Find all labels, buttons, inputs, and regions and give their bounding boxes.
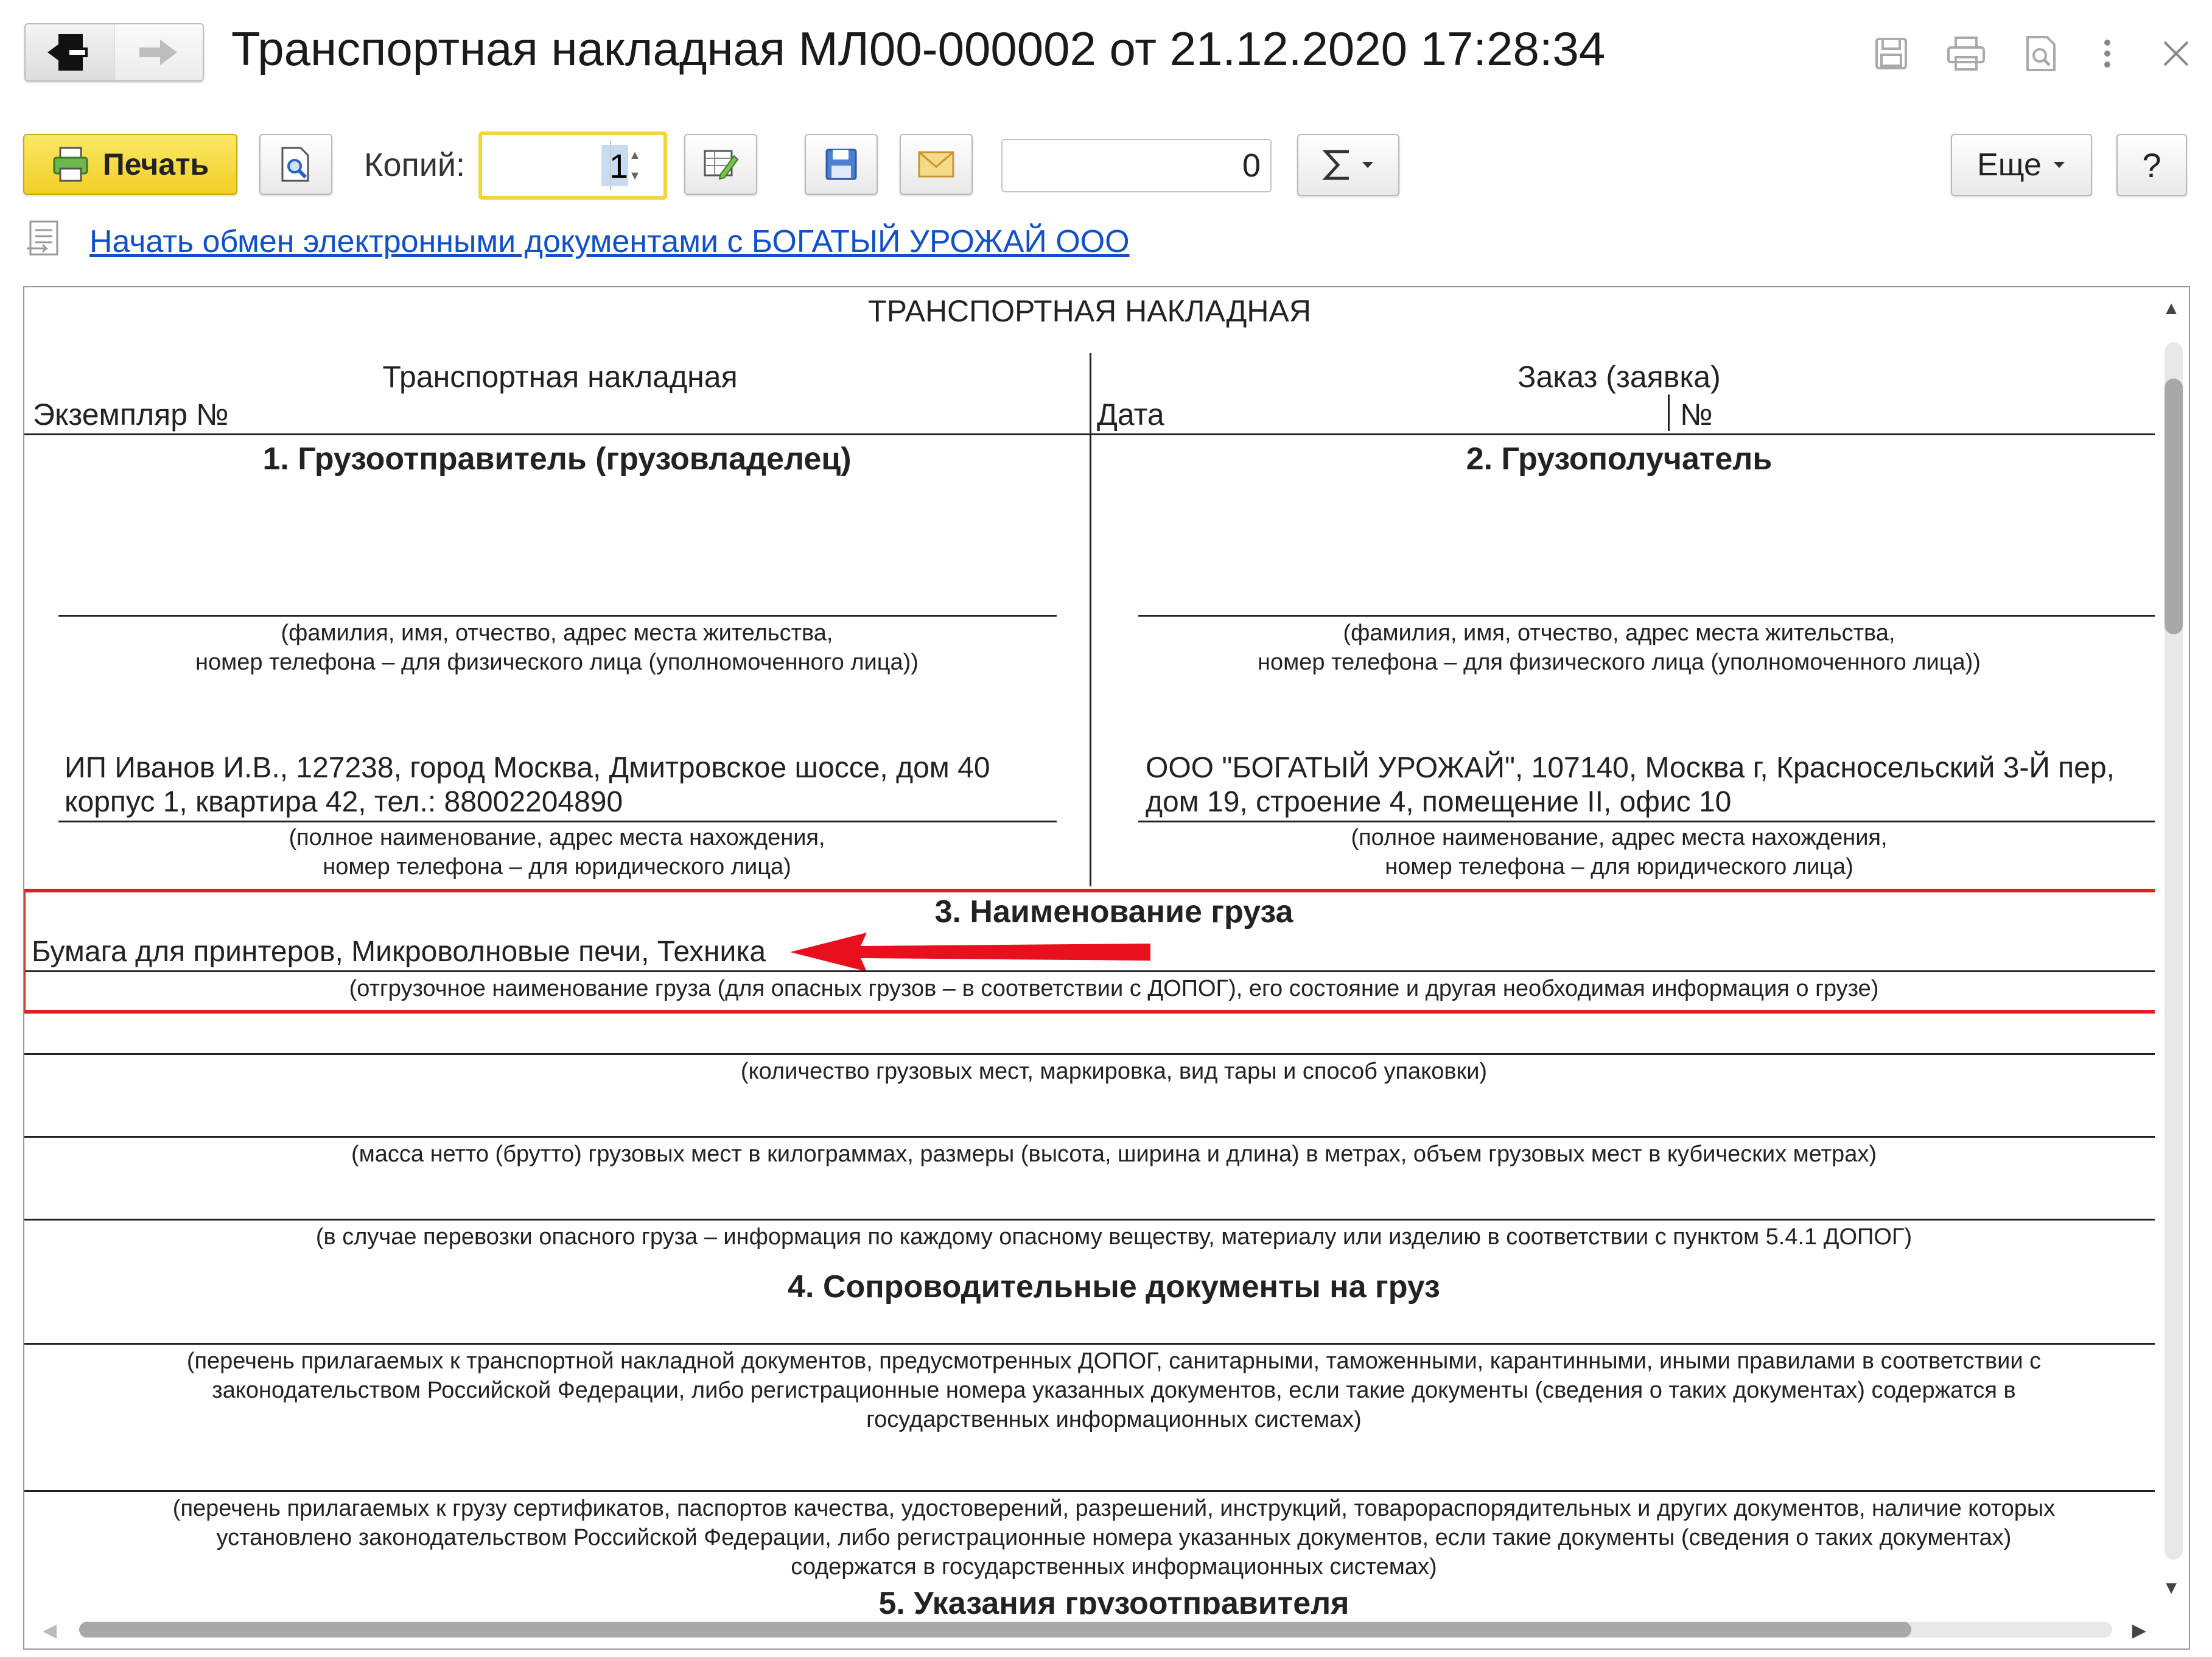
edo-document-icon bbox=[24, 219, 63, 262]
divider bbox=[24, 1219, 2155, 1221]
nav-buttons bbox=[24, 23, 204, 82]
places-hint: (количество грузовых мест, маркировка, в… bbox=[740, 1059, 1488, 1084]
chevron-down-icon bbox=[2053, 162, 2065, 168]
divider bbox=[1138, 821, 2155, 822]
column-divider bbox=[1090, 353, 1091, 886]
print-button-label: Печать bbox=[102, 147, 209, 181]
order-number-label: № bbox=[1680, 398, 1713, 432]
receiver-fio-hint-2: номер телефона – для физического лица (у… bbox=[1258, 650, 1981, 675]
copy-number-label: Экземпляр № bbox=[33, 398, 229, 432]
order-subheading: Заказ (заявка) bbox=[1517, 360, 1721, 394]
divider bbox=[1138, 615, 2155, 617]
danger-hint: (в случае перевозки опасного груза – инф… bbox=[315, 1224, 1913, 1250]
forward-button[interactable] bbox=[114, 24, 203, 80]
horizontal-scroll-thumb[interactable] bbox=[79, 1622, 1911, 1638]
divider bbox=[24, 1053, 2155, 1055]
divider bbox=[58, 821, 1057, 822]
divider bbox=[24, 1343, 2155, 1345]
section-4-title: 4. Сопроводительные документы на груз bbox=[788, 1269, 1440, 1305]
printer-icon bbox=[1947, 37, 1985, 71]
save-button[interactable] bbox=[805, 134, 878, 195]
back-button[interactable] bbox=[26, 24, 114, 80]
copies-input[interactable] bbox=[488, 141, 628, 190]
edit-table-icon bbox=[704, 150, 739, 180]
waybill-document: ТРАНСПОРТНАЯ НАКЛАДНАЯ Транспортная накл… bbox=[24, 287, 2166, 1627]
divider bbox=[58, 615, 1057, 617]
preview-icon bbox=[281, 147, 309, 182]
envelope-icon bbox=[918, 151, 954, 178]
sender-address-line-2: корпус 1, квартира 42, тел.: 88002204890 bbox=[65, 786, 623, 818]
sum-button[interactable] bbox=[1297, 134, 1399, 196]
sender-fio-hint-2: номер телефона – для физического лица (у… bbox=[195, 650, 919, 675]
divider bbox=[24, 1136, 2155, 1138]
copies-label: Копий: bbox=[364, 147, 466, 183]
divider bbox=[24, 1490, 2155, 1492]
receiver-address-line-2: дом 19, строение 4, помещение II, офис 1… bbox=[1146, 786, 1732, 818]
number-field[interactable]: 0 bbox=[1001, 139, 1272, 192]
sender-org-hint-2: номер телефона – для юридического лица) bbox=[323, 854, 791, 880]
mass-hint: (масса нетто (брутто) грузовых мест в ки… bbox=[351, 1141, 1877, 1167]
scroll-down-icon[interactable]: ▼ bbox=[2162, 1578, 2180, 1599]
window-title: Транспортная накладная МЛ00-000002 от 21… bbox=[231, 22, 1606, 75]
document-viewer[interactable]: ТРАНСПОРТНАЯ НАКЛАДНАЯ Транспортная накл… bbox=[23, 286, 2190, 1650]
chevron-down-icon[interactable]: ▼ bbox=[629, 166, 641, 186]
doc-heading: ТРАНСПОРТНАЯ НАКЛАДНАЯ bbox=[868, 294, 1311, 328]
sender-fio-hint-1: (фамилия, имя, отчество, адрес места жит… bbox=[281, 620, 833, 646]
printer-icon bbox=[53, 147, 88, 182]
edo-exchange-link[interactable]: Начать обмен электронными документами с … bbox=[89, 220, 1130, 263]
more-menu-icon[interactable] bbox=[2092, 29, 2123, 78]
horizontal-scrollbar[interactable]: ◀ ▶ bbox=[24, 1614, 2189, 1648]
receiver-fio-hint-1: (фамилия, имя, отчество, адрес места жит… bbox=[1343, 620, 1895, 646]
receiver-org-hint-2: номер телефона – для юридического лица) bbox=[1385, 854, 1853, 880]
chevron-up-icon[interactable]: ▲ bbox=[629, 145, 641, 166]
preview-button[interactable] bbox=[259, 134, 332, 195]
date-label: Дата bbox=[1097, 398, 1164, 432]
help-button[interactable]: ? bbox=[2116, 134, 2187, 196]
arrow-left-icon bbox=[47, 34, 88, 71]
sender-org-hint-1: (полное наименование, адрес места нахожд… bbox=[289, 825, 825, 850]
section-2-title: 2. Грузополучатель bbox=[1466, 441, 1773, 477]
copies-stepper[interactable]: ▲ ▼ bbox=[610, 141, 659, 190]
docs-hint-3: государственных информационных системах) bbox=[866, 1407, 1362, 1432]
floppy-icon bbox=[825, 149, 857, 180]
close-icon[interactable] bbox=[2155, 29, 2197, 78]
floppy-icon bbox=[1875, 38, 1907, 69]
more-button-label: Еще bbox=[1977, 147, 2042, 183]
cargo-highlight-frame bbox=[24, 889, 2166, 1014]
waybill-subheading: Транспортная накладная bbox=[382, 360, 738, 394]
preview-window-button[interactable] bbox=[2020, 29, 2062, 78]
arrow-right-icon bbox=[139, 40, 178, 65]
section-1-title: 1. Грузоотправитель (грузовладелец) bbox=[262, 441, 852, 477]
scroll-right-icon[interactable]: ▶ bbox=[2132, 1620, 2146, 1641]
edit-mode-button[interactable] bbox=[684, 134, 757, 195]
vertical-scroll-thumb[interactable] bbox=[2165, 379, 2183, 634]
docs-hint-1: (перечень прилагаемых к транспортной нак… bbox=[186, 1348, 2042, 1374]
receiver-address-line-1: ООО "БОГАТЫЙ УРОЖАЙ", 107140, Москва г, … bbox=[1146, 752, 2115, 784]
receiver-org-hint-1: (полное наименование, адрес места нахожд… bbox=[1351, 825, 1888, 850]
send-email-button[interactable] bbox=[900, 134, 973, 195]
scroll-left-icon[interactable]: ◀ bbox=[43, 1620, 57, 1641]
sender-address-line-1: ИП Иванов И.В., 127238, город Москва, Дм… bbox=[65, 752, 990, 784]
print-button[interactable]: Печать bbox=[23, 134, 237, 195]
preview-icon bbox=[2026, 36, 2056, 71]
more-button[interactable]: Еще bbox=[1951, 134, 2092, 196]
cert-hint-3: содержатся в государственных информацион… bbox=[791, 1554, 1437, 1580]
docs-hint-2: законодательством Российской Федерации, … bbox=[212, 1378, 2016, 1403]
scroll-up-icon[interactable]: ▲ bbox=[2162, 298, 2180, 319]
divider bbox=[1668, 394, 1670, 431]
cert-hint-1: (перечень прилагаемых к грузу сертификат… bbox=[172, 1496, 2056, 1521]
vertical-scrollbar[interactable]: ▲ ▼ bbox=[2155, 287, 2189, 1648]
copies-field[interactable]: ▲ ▼ bbox=[478, 131, 667, 200]
chevron-down-icon bbox=[1362, 162, 1373, 168]
cert-hint-2: установлено законодательством Российской… bbox=[216, 1525, 2012, 1550]
print-window-button[interactable] bbox=[1945, 29, 1987, 78]
save-window-button[interactable] bbox=[1870, 29, 1913, 78]
sigma-icon bbox=[1322, 150, 1349, 180]
